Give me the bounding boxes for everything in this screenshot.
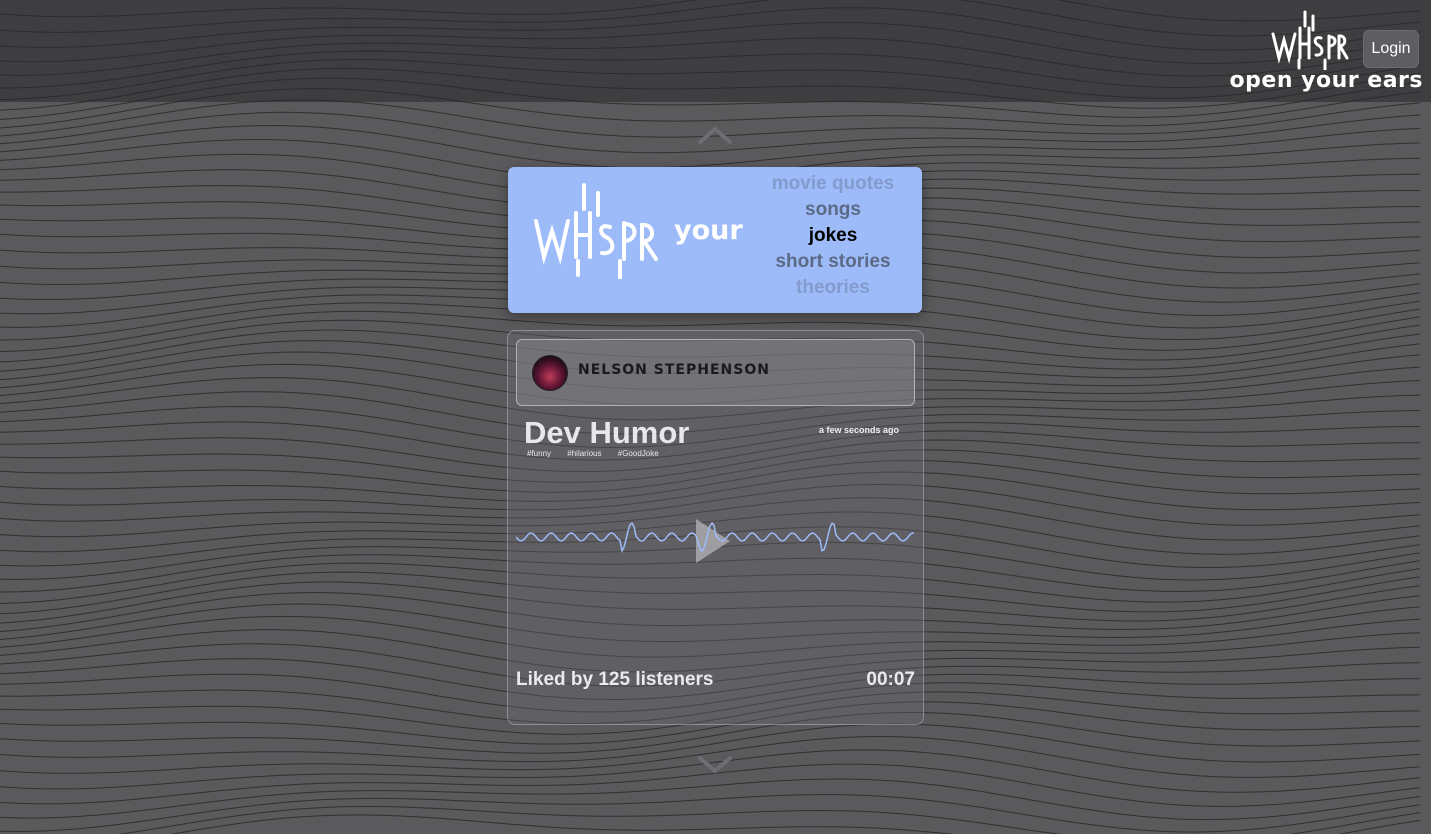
- login-button[interactable]: Login: [1363, 30, 1419, 68]
- whisper-card: NELSON STEPHENSON Dev Humor a few second…: [507, 330, 924, 725]
- tag-list: #funny #hilarious #GoodJoke: [527, 449, 673, 458]
- post-body[interactable]: Dev Humor a few seconds ago #funny #hila…: [516, 413, 915, 713]
- topic-item-active: jokes: [808, 225, 858, 246]
- tag[interactable]: #hilarious: [567, 449, 601, 458]
- topic-item: theories: [796, 277, 870, 298]
- audio-duration: 00:07: [866, 669, 915, 690]
- top-bar: [0, 0, 1431, 102]
- author-header[interactable]: NELSON STEPHENSON: [516, 339, 915, 406]
- chevron-down-icon[interactable]: [697, 754, 733, 776]
- whspr-logo: [1271, 10, 1349, 70]
- topic-item: songs: [805, 199, 861, 220]
- hero-your-text: your: [674, 215, 743, 246]
- topic-item: short stories: [775, 251, 891, 272]
- tag[interactable]: #funny: [527, 449, 551, 458]
- topic-carousel: movie quotes songs jokes short stories t…: [758, 171, 908, 301]
- post-title: Dev Humor: [524, 415, 690, 450]
- likes-count: Liked by 125 listeners: [516, 669, 714, 690]
- brand-tagline: open your ears: [1229, 68, 1423, 93]
- hero-banner: your movie quotes songs jokes short stor…: [508, 167, 922, 313]
- audio-waveform[interactable]: [516, 513, 915, 573]
- author-name[interactable]: NELSON STEPHENSON: [578, 362, 770, 378]
- post-timestamp: a few seconds ago: [818, 425, 899, 435]
- chevron-up-icon[interactable]: [697, 124, 733, 146]
- topic-item: movie quotes: [771, 173, 895, 194]
- tag[interactable]: #GoodJoke: [618, 449, 659, 458]
- whspr-logo: [534, 183, 658, 279]
- avatar[interactable]: [532, 355, 568, 391]
- play-icon[interactable]: [696, 519, 730, 563]
